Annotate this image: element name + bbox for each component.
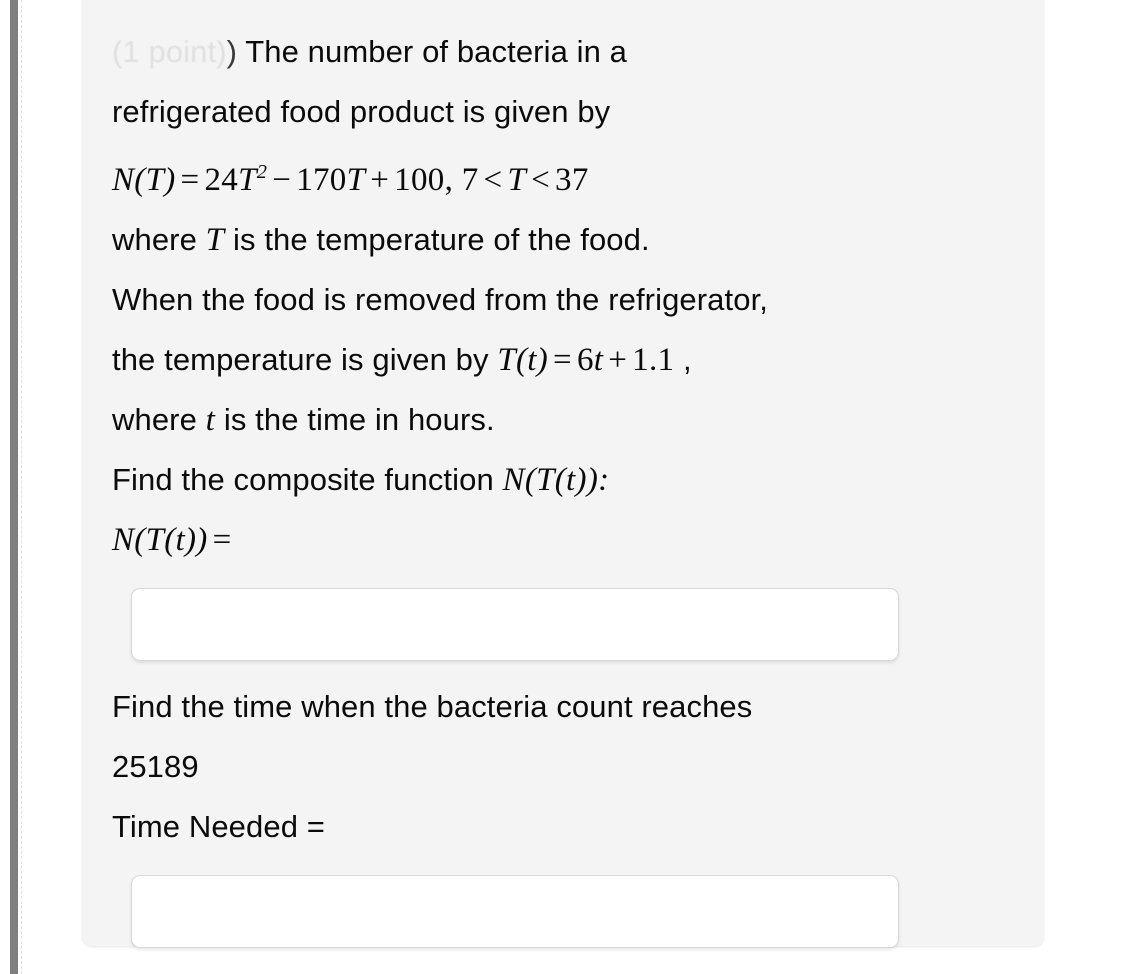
where-time-variable: t — [205, 402, 216, 438]
problem-card: (1 point)) The number of bacteria in a r… — [82, 0, 1044, 948]
page-margin-guide — [21, 0, 22, 974]
eq-n-plus: + — [370, 162, 390, 198]
eq-t-var: t — [593, 342, 604, 378]
eq-n-domain-low: 7 — [461, 162, 479, 198]
find-composite-expression: N(T(t)) — [502, 462, 599, 498]
page-scrollbar-rail[interactable] — [10, 0, 18, 974]
eq-n-comma: , — [444, 162, 454, 198]
eq-n-lhs: N(T) — [112, 162, 176, 198]
points-closing-paren: ) — [226, 34, 238, 69]
problem-intro-line-1: (1 point)) The number of bacteria in a — [112, 22, 1004, 82]
eq-t-plus: + — [608, 342, 628, 378]
points-label: (1 point) — [112, 34, 227, 69]
intro-text-1: The number of bacteria in a — [245, 34, 628, 69]
eq-n-constant: 100 — [394, 162, 445, 198]
eq-n-equals: = — [180, 162, 200, 198]
composite-prompt-equals: = — [212, 522, 232, 558]
eq-n-var-1: T — [238, 162, 257, 198]
find-time-line-1: Find the time when the bacteria count re… — [112, 689, 753, 724]
eq-t-equals: = — [553, 342, 572, 378]
eq-n-coef-2: 170 — [296, 162, 347, 198]
find-time-line-2: 25189 — [112, 749, 199, 784]
composite-prompt-expression: N(T(t)) — [112, 522, 208, 558]
eq-n-coef-1: 24 — [204, 162, 239, 198]
equation-n-of-t: N(T) = 24T2−170T +100, 7 < T <37 — [112, 142, 1004, 210]
temp-post-comma: , — [683, 342, 692, 377]
eq-n-exponent: 2 — [256, 161, 268, 183]
find-composite-pre: Find the composite function — [112, 462, 503, 497]
eq-t-constant: 1.1 — [632, 342, 675, 378]
eq-n-lt-1: < — [483, 162, 503, 198]
time-needed-answer-input[interactable] — [131, 875, 899, 948]
where-time-pre: where — [112, 402, 206, 437]
eq-n-lt-2: < — [531, 162, 551, 198]
where-t-pre: where — [112, 222, 206, 257]
removed-from-fridge-line: When the food is removed from the refrig… — [112, 282, 769, 317]
composite-answer-prompt: N(T(t)) = — [112, 510, 1004, 570]
composite-function-answer-input[interactable] — [131, 588, 899, 661]
eq-n-domain-high: 37 — [555, 162, 589, 198]
time-needed-label: Time Needed = — [112, 809, 325, 844]
where-time-post: is the time in hours. — [215, 402, 495, 437]
eq-t-lhs: T(t) — [497, 342, 549, 378]
problem-intro-line-2: refrigerated food product is given by — [112, 94, 611, 129]
find-composite-line: Find the composite function N(T(t)): — [112, 450, 1004, 510]
eq-n-var-2: T — [346, 162, 366, 198]
temperature-equation-line: the temperature is given by T(t) = 6t +1.1 … — [112, 330, 1004, 390]
where-t-post: is the temperature of the food. — [224, 222, 650, 257]
where-t-line: where T is the temperature of the food. — [112, 210, 1004, 270]
temp-pre-text: the temperature is given by — [112, 342, 498, 377]
eq-n-domain-var: T — [507, 162, 527, 198]
find-composite-colon: : — [598, 462, 610, 498]
where-t-time-line: where t is the time in hours. — [112, 390, 1004, 450]
eq-t-coef: 6 — [576, 342, 594, 378]
where-t-variable: T — [205, 222, 225, 258]
eq-n-minus: − — [272, 162, 292, 198]
